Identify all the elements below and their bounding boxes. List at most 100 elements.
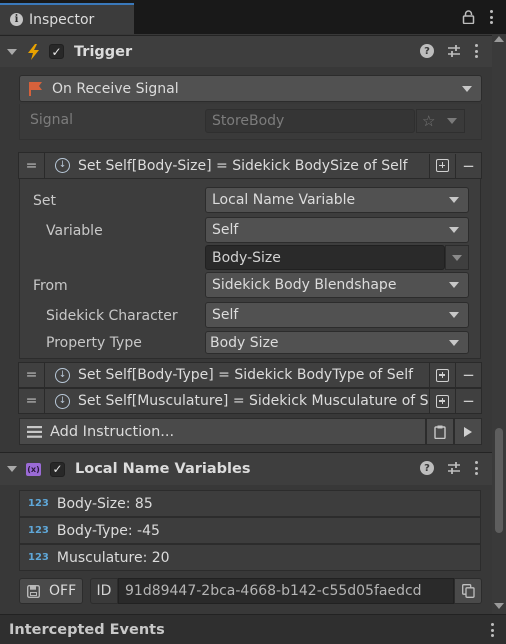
trigger-title: Trigger [74, 43, 133, 60]
variable-entry: Body-Size: 85 [56, 495, 153, 512]
instruction-title: Set Self[Body-Size] = Sidekick BodySize … [78, 157, 408, 174]
foldout-arrow-icon[interactable] [7, 466, 17, 472]
event-dropdown[interactable]: On Receive Signal [19, 75, 482, 102]
instruction-row[interactable]: = ↓ Set Self[Musculature] = Sidekick Mus… [18, 388, 482, 414]
remove-button[interactable]: − [455, 363, 481, 387]
intercepted-events-bar[interactable]: Intercepted Events [0, 614, 506, 644]
id-label: ID [96, 583, 112, 599]
variable-entry: Musculature: 20 [56, 549, 170, 566]
plus-box-icon [436, 368, 449, 382]
instruction-title: Set Self[Body-Type] = Sidekick BodyType … [78, 367, 414, 383]
set-value: Local Name Variable [212, 192, 356, 208]
variables-icon: (x) [26, 462, 41, 476]
list-item[interactable]: 123 Musculature: 20 [19, 544, 481, 571]
local-vars-enabled-checkbox[interactable]: ✓ [50, 461, 65, 477]
preset-sliders-icon[interactable] [447, 461, 461, 475]
preset-sliders-icon[interactable] [447, 44, 461, 58]
sidekick-character-value: Self [212, 307, 239, 323]
instruction-row[interactable]: = ↓ Set Self[Body-Size] = Sidekick BodyS… [18, 152, 482, 179]
id-label-box: ID [90, 578, 118, 604]
info-icon: i [10, 13, 23, 26]
variable-name-value: Body-Size [212, 249, 281, 266]
number-type-icon: 123 [28, 525, 49, 536]
chevron-down-icon [449, 197, 459, 203]
component-menu-icon[interactable] [474, 461, 478, 475]
variable-name-picker[interactable] [445, 245, 469, 270]
duplicate-button[interactable] [429, 153, 455, 178]
help-icon[interactable]: ? [420, 461, 434, 475]
scroll-down-icon[interactable] [494, 603, 504, 609]
list-item[interactable]: 123 Body-Type: -45 [19, 517, 481, 544]
foldout-arrow-icon[interactable] [7, 48, 17, 55]
trigger-header[interactable]: ✓ Trigger ? [0, 35, 492, 67]
signal-label: Signal [30, 112, 74, 128]
chevron-down-icon [462, 85, 472, 92]
chevron-down-icon [449, 227, 459, 233]
help-icon[interactable]: ? [420, 44, 434, 58]
star-icon[interactable]: ☆ [417, 112, 441, 130]
save-disk-icon [27, 584, 40, 598]
sidekick-character-dropdown[interactable]: Self [205, 302, 469, 328]
lock-icon[interactable] [462, 10, 475, 24]
scrollbar-thumb[interactable] [495, 428, 503, 533]
lightning-icon [28, 43, 39, 60]
property-type-value: Body Size [210, 334, 279, 351]
property-type-dropdown[interactable]: Body Size [205, 331, 469, 354]
paste-button[interactable] [426, 418, 454, 445]
from-value: Sidekick Body Blendshape [212, 277, 397, 293]
drag-handle-icon[interactable]: = [19, 389, 45, 413]
chevron-down-icon [452, 254, 462, 261]
list-icon [27, 425, 42, 438]
tab-title: Inspector [29, 11, 95, 28]
id-value: 91d89447-2bca-4668-b142-c55d05faedcd [125, 583, 422, 599]
local-vars-header[interactable]: (x) ✓ Local Name Variables ? [0, 452, 492, 485]
duplicate-button[interactable] [429, 363, 455, 387]
variable-name-input[interactable]: Body-Size [205, 245, 445, 270]
id-field[interactable]: 91d89447-2bca-4668-b142-c55d05faedcd [118, 578, 454, 604]
copy-icon [461, 584, 475, 598]
property-type-label: Property Type [46, 335, 142, 351]
scroll-up-icon[interactable] [494, 36, 504, 42]
save-toggle-button[interactable]: OFF [19, 578, 83, 604]
local-vars-title: Local Name Variables [75, 461, 251, 477]
list-item[interactable]: 123 Body-Size: 85 [19, 490, 481, 517]
drag-handle-icon[interactable]: = [19, 363, 45, 387]
save-toggle-label: OFF [49, 583, 77, 599]
flag-icon [29, 81, 42, 96]
add-instruction-label: Add Instruction... [50, 423, 175, 440]
signal-input[interactable]: StoreBody [205, 109, 415, 133]
set-dropdown[interactable]: Local Name Variable [205, 187, 469, 213]
remove-button[interactable]: − [455, 153, 481, 178]
tab-menu-icon[interactable] [489, 10, 493, 24]
arrow-down-circle-icon: ↓ [55, 393, 70, 409]
chevron-down-icon [449, 339, 459, 346]
variable-dropdown[interactable]: Self [205, 217, 469, 243]
event-label: On Receive Signal [52, 80, 179, 97]
run-button[interactable] [454, 418, 482, 445]
trigger-enabled-checkbox[interactable]: ✓ [49, 44, 64, 59]
variable-value: Self [212, 222, 239, 238]
duplicate-button[interactable] [429, 389, 455, 413]
variable-label: Variable [46, 223, 103, 239]
number-type-icon: 123 [28, 552, 49, 563]
from-label: From [33, 278, 68, 294]
component-menu-icon[interactable] [474, 44, 478, 58]
chevron-down-icon [449, 282, 459, 288]
drag-handle-icon[interactable]: = [19, 153, 45, 178]
instruction-row[interactable]: = ↓ Set Self[Body-Type] = Sidekick BodyT… [18, 362, 482, 388]
from-dropdown[interactable]: Sidekick Body Blendshape [205, 272, 469, 298]
add-instruction-button[interactable]: Add Instruction... [19, 418, 426, 445]
arrow-down-circle-icon: ↓ [55, 158, 70, 173]
remove-button[interactable]: − [455, 389, 481, 413]
footer-menu-icon[interactable] [490, 623, 494, 637]
chevron-down-icon [449, 312, 459, 318]
clipboard-icon [434, 425, 446, 439]
variable-entry: Body-Type: -45 [56, 522, 160, 539]
intercepted-events-title: Intercepted Events [9, 621, 165, 638]
tab-inspector[interactable]: i Inspector [0, 3, 134, 34]
signal-chevron-icon[interactable] [441, 118, 465, 124]
plus-box-icon [436, 159, 449, 172]
signal-value: StoreBody [212, 113, 285, 129]
copy-id-button[interactable] [454, 578, 482, 604]
signal-picker[interactable]: ☆ [416, 109, 465, 133]
